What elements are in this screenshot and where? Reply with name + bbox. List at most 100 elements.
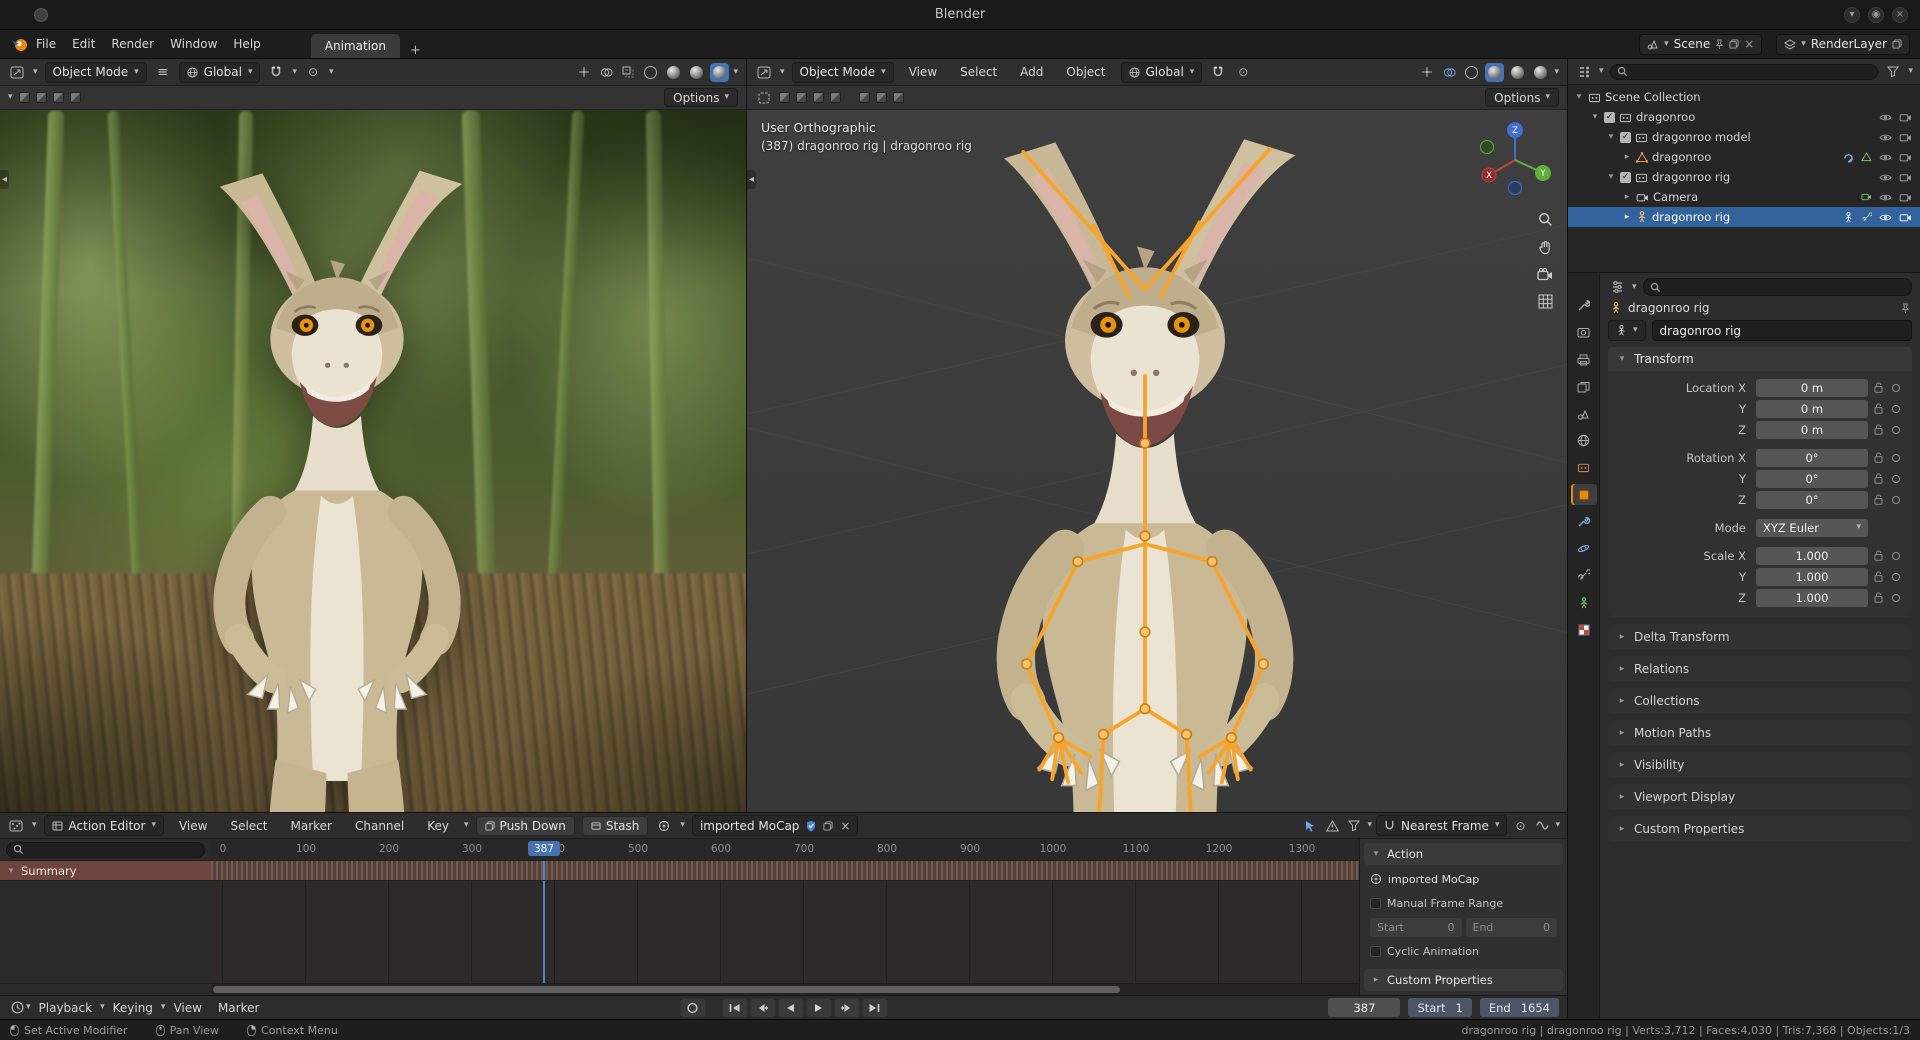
tab-modifiers[interactable] <box>1571 511 1597 532</box>
play-button[interactable] <box>806 999 831 1017</box>
mode-dropdown[interactable]: Object Mode▾ <box>45 62 147 83</box>
editor-type-icon[interactable] <box>8 999 26 1017</box>
show-gizmo-icon[interactable] <box>575 63 593 81</box>
lock-icon[interactable] <box>1868 382 1888 393</box>
filter-funnel-icon[interactable] <box>1884 63 1902 81</box>
playhead-line[interactable] <box>543 861 545 880</box>
location-x-field[interactable]: 0 m <box>1756 379 1868 397</box>
outliner-row-dragonroo-rig-armature[interactable]: ▸ dragonroo rig <box>1568 207 1920 227</box>
scrollbar-thumb[interactable] <box>213 986 1120 993</box>
action-icon[interactable] <box>655 817 673 835</box>
pin-icon[interactable] <box>1901 303 1910 314</box>
pan-hand-icon[interactable] <box>1538 240 1553 255</box>
tab-world[interactable] <box>1571 430 1597 451</box>
render-camera-icon[interactable] <box>1899 112 1912 122</box>
rotation-mode-dropdown[interactable]: XYZ Euler ▾ <box>1756 519 1868 537</box>
blender-logo-icon[interactable] <box>10 35 28 53</box>
proportional-editing-icon[interactable]: ⊙ <box>1511 817 1529 835</box>
channel-search-input[interactable] <box>6 842 205 858</box>
lock-icon[interactable] <box>1868 403 1888 414</box>
jump-to-end-button[interactable] <box>862 999 887 1017</box>
lock-icon[interactable] <box>1868 571 1888 582</box>
animate-decorator[interactable] <box>1888 573 1904 581</box>
menu-playback[interactable]: Playback <box>31 997 101 1019</box>
navigation-gizmo[interactable]: Z Y X <box>1473 118 1557 202</box>
tab-scene[interactable] <box>1571 403 1597 424</box>
snap-target-toggle[interactable] <box>859 92 870 103</box>
snap-magnet-icon[interactable] <box>1209 63 1227 81</box>
menu-window[interactable]: Window <box>162 33 225 55</box>
chevron-down-icon[interactable]: ▾ <box>780 68 785 77</box>
expand-arrow-icon[interactable]: ▾ <box>1574 92 1584 102</box>
animate-decorator[interactable] <box>1888 552 1904 560</box>
tab-render[interactable] <box>1571 322 1597 343</box>
transform-orientation-dropdown[interactable]: Global▾ <box>1121 62 1203 83</box>
fake-user-shield-icon[interactable] <box>806 820 816 832</box>
workspace-tab-animation[interactable]: Animation <box>311 34 400 58</box>
menu-object[interactable]: Object <box>1058 61 1113 83</box>
tab-tool[interactable] <box>1571 295 1597 316</box>
menu-channel[interactable]: Channel <box>347 815 412 837</box>
chevron-down-icon[interactable]: ▾ <box>1554 68 1559 77</box>
sidebar-collapse-arrow-icon[interactable]: ◂ <box>747 170 756 189</box>
shading-rendered-button[interactable] <box>710 63 729 82</box>
scale-z-field[interactable]: 1.000 <box>1756 589 1868 607</box>
stash-button[interactable]: Stash <box>582 816 649 836</box>
section-custom-properties[interactable]: ▸Custom Properties <box>1608 816 1912 841</box>
active-tool-icon[interactable] <box>755 89 773 107</box>
manual-frame-range-checkbox[interactable] <box>1370 898 1381 909</box>
expand-arrow-icon[interactable]: ▸ <box>1622 192 1632 202</box>
outliner-row-dragonroo-mesh[interactable]: ▸ dragonroo <box>1568 147 1920 167</box>
menu-file[interactable]: File <box>28 33 64 55</box>
editor-type-icon[interactable] <box>7 817 25 835</box>
chevron-down-icon[interactable]: ▾ <box>464 821 469 830</box>
chevron-down-icon[interactable]: ▾ <box>292 68 297 77</box>
hide-eye-icon[interactable] <box>1879 173 1892 182</box>
camera-data-icon[interactable] <box>1861 192 1872 202</box>
collection-checkbox[interactable]: ✓ <box>1620 132 1631 143</box>
menu-render[interactable]: Render <box>103 33 162 55</box>
duplicate-icon[interactable] <box>1892 39 1902 49</box>
collection-checkbox[interactable]: ✓ <box>1604 112 1615 123</box>
rotation-y-field[interactable]: 0° <box>1756 470 1868 488</box>
channel-summary-row[interactable]: ▾ Summary <box>0 861 211 881</box>
animate-decorator[interactable] <box>1888 426 1904 434</box>
outliner-row-dragonroo-model[interactable]: ▾ ✓ dragonroo model <box>1568 127 1920 147</box>
scene-selector[interactable]: ▾ Scene × <box>1639 34 1762 55</box>
show-overlays-icon[interactable] <box>1440 63 1458 81</box>
render-camera-icon[interactable] <box>1899 172 1912 182</box>
lock-icon[interactable] <box>1868 592 1888 603</box>
shading-solid-button[interactable] <box>1485 63 1504 82</box>
snap-target-toggle[interactable] <box>876 92 887 103</box>
expand-arrow-icon[interactable]: ▾ <box>6 866 16 876</box>
add-workspace-button[interactable]: + <box>402 43 429 58</box>
tab-object[interactable] <box>1571 484 1597 505</box>
current-frame-badge[interactable]: 387 <box>528 841 560 856</box>
chevron-down-icon[interactable]: ▾ <box>329 68 334 77</box>
mesh-data-icon[interactable] <box>1861 152 1872 162</box>
fcurve-easing-icon[interactable] <box>1533 817 1551 835</box>
section-delta-transform[interactable]: ▸Delta Transform <box>1608 624 1912 649</box>
snap-magnet-icon[interactable] <box>267 63 285 81</box>
solid-3d-view[interactable]: User Orthographic (387) dragonroo rig | … <box>747 110 1567 812</box>
outliner-search-input[interactable] <box>1610 64 1879 80</box>
chevron-down-icon[interactable]: ▾ <box>1555 821 1560 830</box>
dragonroo-armature[interactable] <box>905 136 1385 812</box>
scale-y-field[interactable]: 1.000 <box>1756 568 1868 586</box>
editor-type-icon[interactable] <box>755 63 773 81</box>
menu-select[interactable]: Select <box>222 815 275 837</box>
animate-decorator[interactable] <box>1888 405 1904 413</box>
collection-checkbox[interactable]: ✓ <box>1620 172 1631 183</box>
menu-view[interactable]: View <box>165 997 209 1019</box>
expand-arrow-icon[interactable]: ▾ <box>1606 132 1616 142</box>
editor-type-icon[interactable] <box>1575 63 1593 81</box>
hide-eye-icon[interactable] <box>1879 153 1892 162</box>
unlink-icon[interactable]: × <box>840 819 850 833</box>
only-selected-toggle-icon[interactable] <box>1301 817 1319 835</box>
snap-target-toggle[interactable] <box>796 92 807 103</box>
jump-to-start-button[interactable] <box>722 999 747 1017</box>
chevron-down-icon[interactable]: ▾ <box>1367 821 1372 830</box>
transform-orientation-dropdown[interactable]: Global▾ <box>179 62 261 83</box>
action-datablock-field[interactable]: imported MoCap × <box>692 815 859 836</box>
timeline-scrollbar[interactable] <box>211 983 1359 995</box>
